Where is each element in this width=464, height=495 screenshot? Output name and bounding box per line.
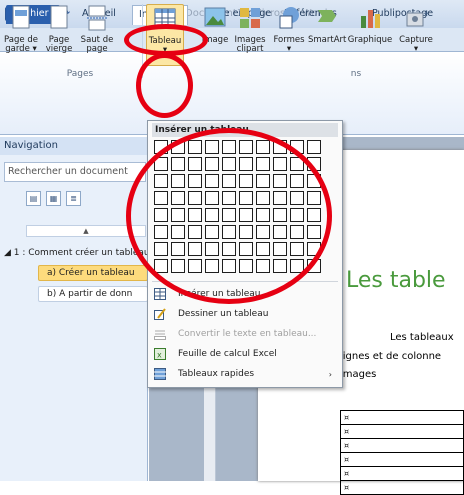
chart-icon: [358, 4, 382, 32]
clipart-icon: [238, 4, 262, 32]
table-cell[interactable]: ¤: [340, 452, 464, 467]
table-grid-cell[interactable]: [307, 140, 321, 154]
document-heading: Les table: [346, 268, 446, 293]
vertical-ruler: [204, 378, 216, 481]
annotation-circle-table-grid: [126, 128, 332, 304]
table-row: ¤: [340, 480, 464, 495]
chart-button[interactable]: Graphique: [346, 4, 394, 66]
table-cell[interactable]: ¤: [340, 424, 464, 439]
annotation-circle-insertion-tab: [124, 24, 208, 56]
group-label-pages: Pages: [66, 69, 94, 79]
screenshot-icon: +: [404, 4, 431, 32]
capture-button[interactable]: + Capture ▾: [396, 4, 436, 66]
document-text-line: lignes et de colonne: [340, 351, 442, 362]
page-break-icon: [85, 4, 109, 32]
picture-icon: [203, 4, 227, 32]
menu-convert-text[interactable]: Convertir le texte en tableau...: [150, 325, 340, 344]
menu-quick-tables[interactable]: Tableaux rapides ›: [150, 365, 340, 384]
convert-text-icon: [154, 328, 166, 340]
shapes-button[interactable]: Formes ▾: [272, 4, 306, 66]
draw-table-icon: [154, 308, 166, 320]
nav-heading-level1[interactable]: ◢ 1 : Comment créer un tableau: [0, 246, 148, 262]
table-row: ¤: [340, 424, 464, 439]
smartart-icon: [314, 4, 338, 32]
document-table[interactable]: ¤ ¤ ¤ ¤ ¤ ¤: [340, 410, 464, 495]
navigation-pane: [0, 137, 148, 481]
nav-heading[interactable]: b) A partir de donn: [38, 286, 148, 302]
cover-page-icon: [9, 4, 33, 32]
quick-tables-icon: [154, 368, 166, 380]
browse-pages-icon[interactable]: ▦: [46, 191, 61, 206]
table-cell[interactable]: ¤: [340, 466, 464, 481]
menu-draw-table[interactable]: Dessiner un tableau: [150, 305, 340, 324]
table-cell[interactable]: ¤: [340, 480, 464, 495]
smartart-button[interactable]: SmartArt: [308, 4, 346, 66]
annotation-circle-tableau-button: [136, 53, 193, 118]
submenu-arrow-icon: ›: [328, 370, 332, 379]
clipart-button[interactable]: Images clipart: [232, 4, 268, 66]
table-cell[interactable]: ¤: [340, 438, 464, 453]
cover-page-button[interactable]: Page de garde ▾: [2, 4, 40, 66]
shapes-icon: [277, 4, 301, 32]
browse-headings-icon[interactable]: ▤: [26, 191, 41, 206]
document-text-line: images: [340, 369, 377, 380]
table-row: ¤: [340, 466, 464, 481]
table-row: ¤: [340, 452, 464, 467]
menu-excel-sheet[interactable]: x Feuille de calcul Excel: [150, 345, 340, 364]
navigation-search-input[interactable]: Rechercher un document: [4, 162, 146, 182]
browse-results-icon[interactable]: ≣: [66, 191, 81, 206]
svg-text:x: x: [157, 351, 162, 360]
page-break-button[interactable]: Saut de page: [78, 4, 116, 66]
document-text-line: Les tableaux: [390, 332, 454, 343]
nav-heading-selected[interactable]: a) Créer un tableau: [38, 265, 148, 281]
table-row: ¤: [340, 438, 464, 453]
insert-table-icon: [154, 288, 166, 300]
table-cell[interactable]: ¤: [340, 410, 464, 425]
navigation-title: Navigation: [0, 137, 148, 155]
svg-text:+: +: [423, 9, 428, 19]
table-row: ¤: [340, 410, 464, 425]
blank-page-icon: [47, 4, 71, 32]
group-label-illustrations: ns: [350, 69, 362, 79]
blank-page-button[interactable]: Page vierge: [42, 4, 76, 66]
excel-icon: x: [154, 348, 166, 360]
